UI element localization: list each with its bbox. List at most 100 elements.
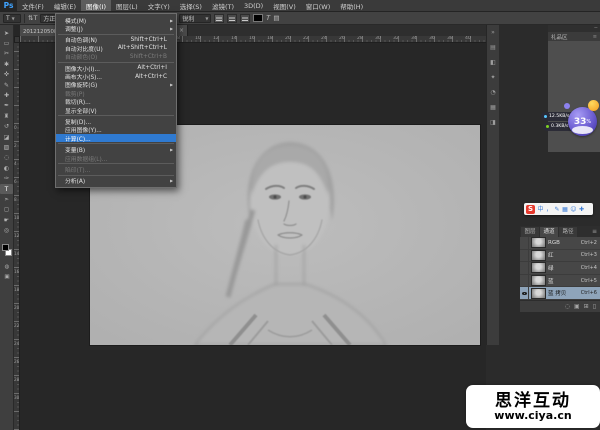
sogou-emoji-icon[interactable]: ☺ — [570, 205, 576, 214]
dock-panel-icon-info[interactable]: ◔ — [490, 89, 495, 97]
close-icon[interactable]: × — [179, 27, 184, 34]
channel-row-rgb[interactable]: RGB Ctrl+2 — [520, 237, 600, 250]
visibility-column[interactable] — [520, 250, 529, 262]
sogou-toolbox-icon[interactable]: ✚ — [579, 205, 584, 214]
move-tool[interactable]: ➤ — [0, 28, 13, 38]
visibility-column[interactable] — [520, 275, 529, 287]
panel-menu-icon[interactable]: ≡ — [593, 34, 597, 40]
menu-item-apply-data-set[interactable]: 应用数据组(L)... — [56, 154, 176, 162]
ruler-number: 20 — [285, 36, 303, 42]
ruler-number: 28 — [14, 377, 20, 395]
foreground-color-swatch[interactable] — [2, 244, 9, 251]
toggle-panels-icon[interactable]: ▤ — [273, 14, 279, 22]
menubar-3d[interactable]: 3D(D) — [239, 0, 268, 11]
menubar-select[interactable]: 选择(S) — [175, 0, 207, 11]
collapse-icon[interactable]: − — [594, 26, 598, 31]
visibility-column[interactable] — [520, 287, 529, 299]
healing-brush-tool[interactable]: ✚ — [0, 90, 13, 100]
align-left-icon — [216, 16, 222, 21]
blur-tool[interactable]: ◌ — [0, 153, 13, 163]
menubar-layer[interactable]: 图层(L) — [111, 0, 143, 11]
tab-paths[interactable]: 路径 — [559, 227, 577, 237]
channel-row-blue[interactable]: 蓝 Ctrl+5 — [520, 275, 600, 288]
menubar-window[interactable]: 窗口(W) — [301, 0, 336, 11]
align-right-button[interactable] — [240, 14, 250, 23]
sogou-logo[interactable]: S — [526, 205, 535, 214]
quick-mask-button[interactable]: ◍ — [0, 262, 14, 271]
menubar-file[interactable]: 文件(F) — [17, 0, 49, 11]
ruler-number: 30 — [14, 395, 20, 413]
history-brush-tool[interactable]: ↺ — [0, 122, 13, 132]
sogou-mode-icon[interactable]: 中 — [538, 205, 544, 214]
anti-alias-select[interactable]: 锐利 ▼ — [179, 14, 211, 23]
delete-channel-icon[interactable]: ▯ — [593, 302, 596, 312]
visibility-column[interactable] — [520, 237, 529, 249]
align-left-button[interactable] — [214, 14, 224, 23]
lasso-tool[interactable]: ✂ — [0, 49, 13, 59]
align-center-icon — [229, 16, 235, 21]
menu-item-trap[interactable]: 陷印(T)... — [56, 165, 176, 173]
pen-tool[interactable]: ✑ — [0, 173, 13, 183]
align-center-button[interactable] — [227, 14, 237, 23]
panel-menu-icon[interactable]: ≡ — [589, 227, 600, 237]
sogou-keyboard-icon[interactable]: ▦ — [562, 205, 568, 214]
quick-selection-tool[interactable]: ✱ — [0, 59, 13, 69]
path-selection-tool[interactable]: ➣ — [0, 194, 13, 204]
channel-row-red[interactable]: 红 Ctrl+3 — [520, 250, 600, 263]
dock-panel-icon-color[interactable]: ▤ — [490, 44, 496, 52]
save-selection-icon[interactable]: ▣ — [574, 302, 580, 312]
menu-item-calculations[interactable]: 计算(C)... — [56, 134, 176, 142]
screen-mode-button[interactable]: ▣ — [0, 272, 14, 281]
gradient-tool[interactable]: ▨ — [0, 142, 13, 152]
sogou-punctuation-icon[interactable]: ， — [546, 205, 552, 214]
dodge-tool[interactable]: ◐ — [0, 163, 13, 173]
eraser-tool[interactable]: ◪ — [0, 132, 13, 142]
ruler-number: 12 — [14, 233, 20, 251]
menu-item-analysis[interactable]: 分析(A) ▶ — [56, 177, 176, 185]
menu-item-reveal-all[interactable]: 显示全部(V) — [56, 106, 176, 114]
acceleration-ball[interactable]: 33 % — [568, 107, 597, 136]
new-channel-icon[interactable]: ⊞ — [584, 302, 589, 312]
dock-panel-icon-navigator[interactable]: ◨ — [490, 119, 496, 127]
eyedropper-tool[interactable]: ✎ — [0, 80, 13, 90]
zoom-tool[interactable]: ◎ — [0, 225, 13, 235]
menubar-view[interactable]: 视图(V) — [268, 0, 301, 11]
channel-row-blue-copy[interactable]: 蓝 拷贝 Ctrl+6 — [520, 287, 600, 300]
text-color-swatch[interactable] — [253, 14, 263, 22]
ruler-number: 26 — [339, 36, 357, 42]
ruler-number: 22 — [14, 323, 20, 341]
dock-panel-icon-styles[interactable]: ✦ — [490, 74, 495, 82]
net-speed-widget[interactable]: 12.5KB/s 0.3KB/s 33 % — [541, 100, 600, 140]
vertical-ruler[interactable]: 024681012141618202224262830 — [14, 43, 20, 430]
brush-tool[interactable]: ✒ — [0, 101, 13, 111]
dock-panel-icon-histogram[interactable]: ▦ — [490, 104, 496, 112]
tab-channels[interactable]: 通道 — [540, 227, 558, 237]
shape-tool[interactable]: ◻ — [0, 205, 13, 215]
menu-item-auto-color[interactable]: 自动颜色(O) Shift+Ctrl+B — [56, 53, 176, 61]
ruler-number: 32 — [393, 36, 411, 42]
crop-tool[interactable]: ✜ — [0, 70, 13, 80]
sogou-skin-icon[interactable]: ✎ — [555, 205, 560, 214]
clone-stamp-tool[interactable]: ♜ — [0, 111, 13, 121]
menubar-edit[interactable]: 编辑(E) — [49, 0, 81, 11]
visibility-column[interactable] — [520, 262, 529, 274]
type-tool[interactable]: T — [0, 184, 13, 194]
warp-text-icon[interactable]: T — [266, 14, 272, 22]
hand-tool[interactable]: ☛ — [0, 215, 13, 225]
menu-item-adjustments[interactable]: 调整(J) ▶ — [56, 24, 176, 32]
menubar-help[interactable]: 帮助(H) — [335, 0, 368, 11]
watermark-url: www.ciya.cn — [494, 410, 571, 422]
text-orientation-icon[interactable]: ⇅T — [28, 14, 37, 22]
menubar-type[interactable]: 文字(Y) — [143, 0, 175, 11]
load-selection-icon[interactable]: ◌ — [565, 302, 570, 312]
menubar-filter[interactable]: 滤镜(T) — [207, 0, 239, 11]
menu-bar: Ps 文件(F)编辑(E)图像(I)图层(L)文字(Y)选择(S)滤镜(T)3D… — [0, 0, 600, 12]
tab-layers[interactable]: 图层 — [521, 227, 539, 237]
menubar-image[interactable]: 图像(I) — [81, 0, 111, 11]
collapse-dock-icon[interactable]: » — [491, 29, 495, 37]
tool-preset-picker[interactable]: T ▼ — [3, 14, 21, 23]
channel-row-green[interactable]: 绿 Ctrl+4 — [520, 262, 600, 275]
dock-panel-icon-adjustments[interactable]: ◧ — [490, 59, 496, 67]
channel-thumbnail — [532, 251, 545, 260]
marquee-tool[interactable]: ▭ — [0, 38, 13, 48]
